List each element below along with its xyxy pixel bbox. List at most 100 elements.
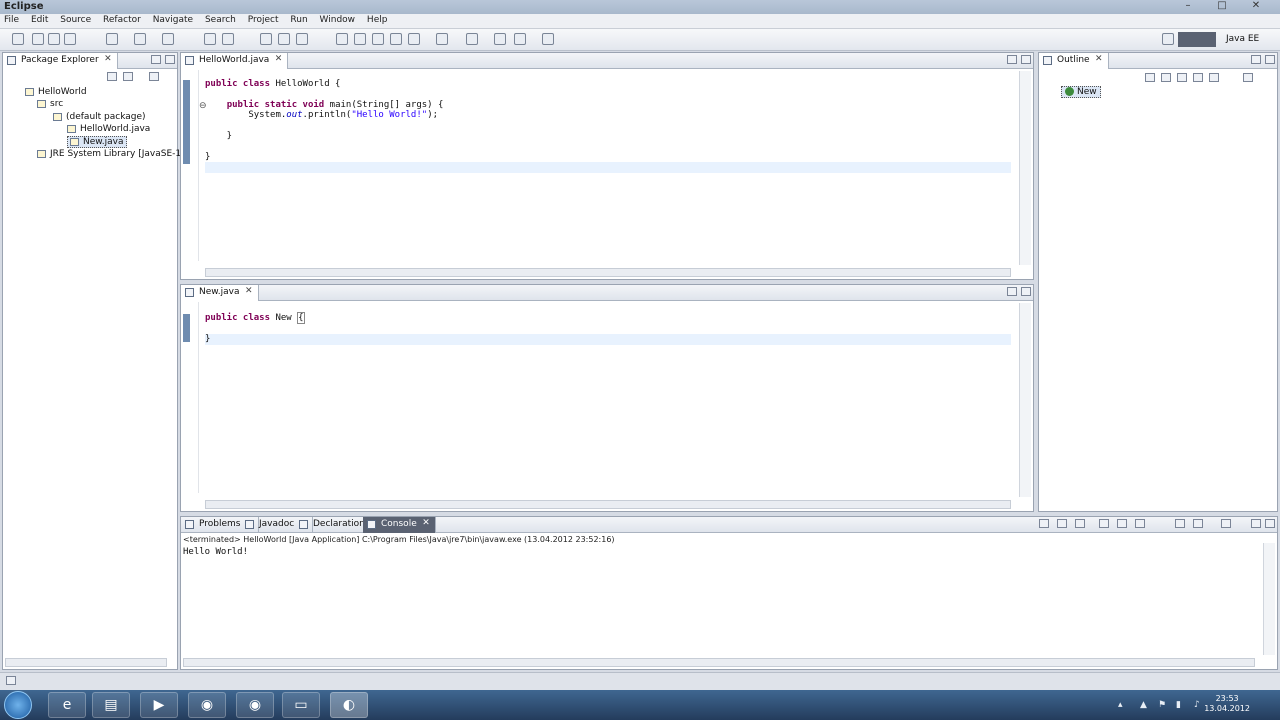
console-output[interactable]: Hello World!: [183, 547, 248, 557]
tree-item-jre-library[interactable]: JRE System Library [JavaSE-1.7]: [37, 149, 193, 159]
menu-file[interactable]: File: [0, 14, 24, 25]
open-type-icon[interactable]: [260, 33, 272, 45]
block-selection-icon[interactable]: [390, 33, 402, 45]
tree-item-src[interactable]: src: [37, 99, 63, 109]
signal-icon[interactable]: ▮: [1176, 700, 1181, 710]
file-explorer-icon[interactable]: ▤: [92, 692, 130, 718]
next-annotation-icon[interactable]: [436, 33, 448, 45]
minimize-view-icon[interactable]: [151, 55, 161, 64]
explorer-hscrollbar[interactable]: [5, 658, 167, 667]
view-menu-icon[interactable]: [149, 72, 159, 81]
close-tab-icon[interactable]: ✕: [1095, 54, 1103, 64]
tree-item-new-java[interactable]: New.java: [67, 136, 127, 148]
maximize-view-icon[interactable]: [165, 55, 175, 64]
tree-item-project[interactable]: HelloWorld: [25, 87, 87, 97]
minimize-view-icon[interactable]: [1251, 55, 1261, 64]
open-task-icon[interactable]: [278, 33, 290, 45]
terminate-icon[interactable]: [1039, 519, 1049, 528]
sort-icon[interactable]: [1145, 73, 1155, 82]
tree-item-helloworld-java[interactable]: HelloWorld.java: [67, 124, 150, 134]
back-icon[interactable]: [514, 33, 526, 45]
console-vscrollbar[interactable]: [1263, 543, 1275, 655]
menu-navigate[interactable]: Navigate: [149, 14, 198, 25]
mark-occurrences-icon[interactable]: [372, 33, 384, 45]
menu-refactor[interactable]: Refactor: [99, 14, 146, 25]
eclipse-icon[interactable]: ◐: [330, 692, 368, 718]
tab-new-java[interactable]: New.java ✕: [181, 285, 259, 301]
open-console-icon[interactable]: [1221, 519, 1231, 528]
menu-help[interactable]: Help: [363, 14, 393, 25]
annotation-icon[interactable]: [336, 33, 348, 45]
open-perspective-icon[interactable]: [1162, 33, 1174, 45]
maximize-view-icon[interactable]: [1265, 55, 1275, 64]
word-wrap-icon[interactable]: [1135, 519, 1145, 528]
fast-view-icon[interactable]: [6, 676, 16, 685]
close-tab-icon[interactable]: ✕: [275, 54, 283, 64]
editor1-vscrollbar[interactable]: [1019, 71, 1031, 265]
editor2-vscrollbar[interactable]: [1019, 303, 1031, 497]
perspective-java-ee[interactable]: Java EE: [1222, 32, 1263, 47]
firefox-icon[interactable]: ◉: [188, 692, 226, 718]
perspective-java[interactable]: [1178, 32, 1216, 47]
save-all-icon[interactable]: [48, 33, 60, 45]
maximize-icon[interactable]: □: [1210, 0, 1234, 12]
menu-edit[interactable]: Edit: [27, 14, 53, 25]
previous-annotation-icon[interactable]: [466, 33, 478, 45]
clock[interactable]: 23:53 13.04.2012: [1204, 694, 1250, 714]
maximize-view-icon[interactable]: [1265, 519, 1275, 528]
minimize-view-icon[interactable]: [1007, 55, 1017, 64]
view-menu-icon[interactable]: [1243, 73, 1253, 82]
flag-icon[interactable]: ⚑: [1158, 700, 1166, 710]
menu-run[interactable]: Run: [286, 14, 312, 25]
new-icon[interactable]: [12, 33, 24, 45]
close-tab-icon[interactable]: ✕: [245, 286, 253, 296]
search-icon[interactable]: [296, 33, 308, 45]
close-tab-icon[interactable]: ✕: [104, 54, 112, 64]
editor2-hscrollbar[interactable]: [205, 500, 1011, 509]
new-java-project-icon[interactable]: [204, 33, 216, 45]
close-icon[interactable]: ✕: [1244, 0, 1268, 12]
forward-icon[interactable]: [542, 33, 554, 45]
menu-search[interactable]: Search: [201, 14, 241, 25]
hide-fields-icon[interactable]: [1161, 73, 1171, 82]
new-class-icon[interactable]: [222, 33, 234, 45]
link-with-editor-icon[interactable]: [123, 72, 133, 81]
clear-console-icon[interactable]: [1099, 519, 1109, 528]
outline-item-new[interactable]: New: [1061, 86, 1101, 98]
maximize-view-icon[interactable]: [1021, 55, 1031, 64]
hide-nonpublic-icon[interactable]: [1193, 73, 1203, 82]
tab-console[interactable]: Console ✕: [363, 517, 436, 533]
internet-explorer-icon[interactable]: e: [48, 692, 86, 718]
editor1-hscrollbar[interactable]: [205, 268, 1011, 277]
pin-console-icon[interactable]: [1175, 519, 1185, 528]
minimize-icon[interactable]: –: [1176, 0, 1200, 12]
last-edit-icon[interactable]: [494, 33, 506, 45]
run-icon[interactable]: [134, 33, 146, 45]
remove-launch-icon[interactable]: [1057, 519, 1067, 528]
collapse-all-icon[interactable]: [107, 72, 117, 81]
save-icon[interactable]: [32, 33, 44, 45]
tab-package-explorer[interactable]: Package Explorer ✕: [3, 53, 118, 69]
firefox-window-icon[interactable]: ◉: [236, 692, 274, 718]
show-whitespace-icon[interactable]: [408, 33, 420, 45]
close-tab-icon[interactable]: ✕: [422, 518, 430, 528]
debug-icon[interactable]: [106, 33, 118, 45]
tab-outline[interactable]: Outline ✕: [1039, 53, 1109, 69]
network-icon[interactable]: ▴: [1118, 700, 1123, 710]
remove-all-terminated-icon[interactable]: [1075, 519, 1085, 528]
menu-source[interactable]: Source: [56, 14, 96, 25]
minimize-view-icon[interactable]: [1251, 519, 1261, 528]
hide-static-icon[interactable]: [1177, 73, 1187, 82]
external-tools-icon[interactable]: [162, 33, 174, 45]
monitor-app-icon[interactable]: ▭: [282, 692, 320, 718]
volume-icon[interactable]: ♪: [1194, 700, 1200, 710]
print-icon[interactable]: [64, 33, 76, 45]
hide-local-types-icon[interactable]: [1209, 73, 1219, 82]
menu-window[interactable]: Window: [316, 14, 361, 25]
maximize-view-icon[interactable]: [1021, 287, 1031, 296]
tree-item-package[interactable]: (default package): [53, 112, 146, 122]
edit-icon[interactable]: [354, 33, 366, 45]
show-hidden-icons-icon[interactable]: ▲: [1140, 700, 1147, 710]
console-hscrollbar[interactable]: [183, 658, 1255, 667]
media-player-icon[interactable]: ▶: [140, 692, 178, 718]
